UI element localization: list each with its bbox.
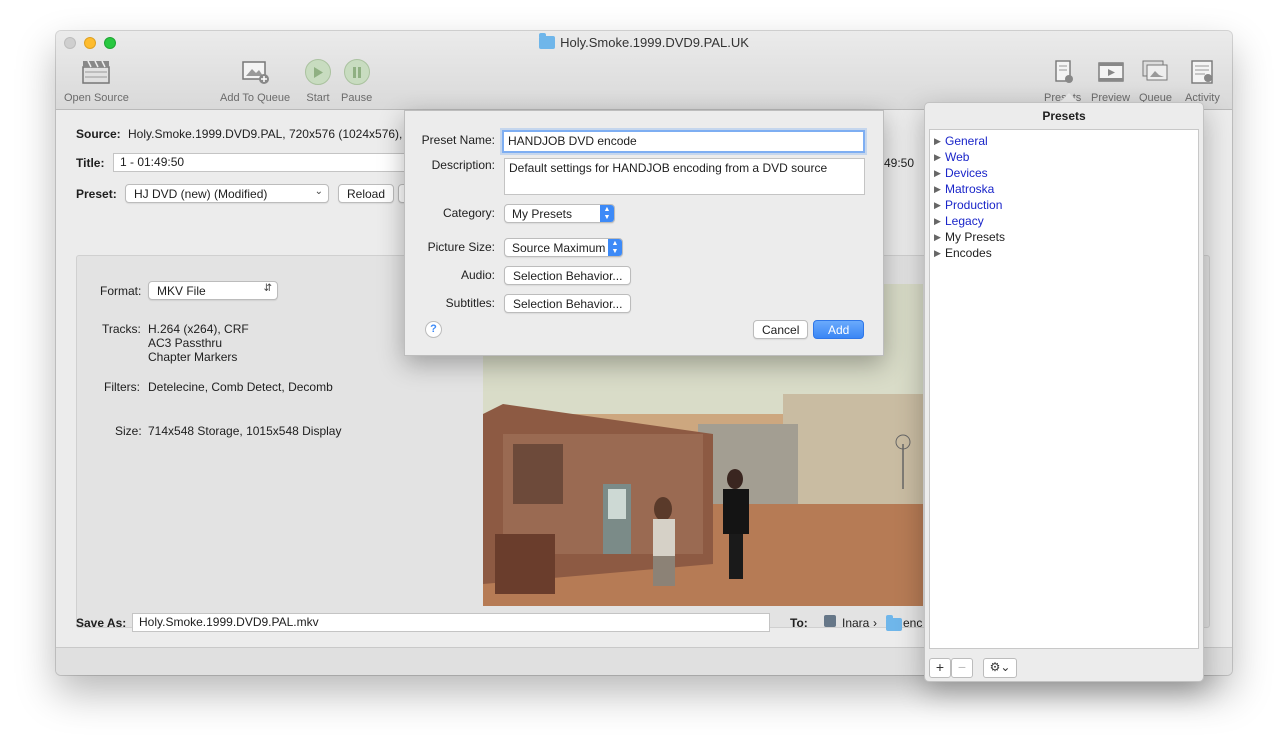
remove-preset-button[interactable]: −: [951, 658, 973, 678]
disclosure-triangle-icon[interactable]: ▶: [934, 136, 945, 147]
pause-label: Pause: [341, 92, 373, 104]
new-preset-dialog: Preset Name: HANDJOB DVD encode Descript…: [404, 110, 884, 356]
window-title-text: Holy.Smoke.1999.DVD9.PAL.UK: [560, 35, 749, 50]
window-title: Holy.Smoke.1999.DVD9.PAL.UK: [56, 33, 1232, 50]
description-textarea[interactable]: Default settings for HANDJOB encoding fr…: [504, 158, 865, 195]
queue-icon: [1141, 58, 1171, 86]
open-source-button[interactable]: Open Source: [64, 58, 129, 104]
subtitles-selection-behavior-button[interactable]: Selection Behavior...: [504, 294, 632, 313]
add-to-queue-label: Add To Queue: [220, 92, 291, 104]
destination-folder[interactable]: enc: [903, 616, 922, 630]
presets-panel: Presets ▶ General ▶ Web ▶ Devices ▶ Matroska…: [924, 102, 1204, 682]
activity-icon: [1187, 58, 1217, 86]
disclosure-triangle-icon[interactable]: ▶: [934, 184, 945, 195]
to-label: To:: [790, 616, 808, 630]
title-bar: Holy.Smoke.1999.DVD9.PAL.UK Open Source …: [56, 31, 1232, 110]
source-label: Source:: [76, 127, 121, 141]
title-label: Title:: [76, 156, 105, 170]
chevron-updown-icon: ⇵: [263, 283, 272, 294]
picture-size-label: Picture Size:: [427, 240, 495, 254]
audio-selection-behavior-button[interactable]: Selection Behavior...: [504, 266, 632, 285]
preview-icon: [1096, 58, 1126, 86]
start-label: Start: [306, 92, 330, 104]
chevron-updown-icon: ▲ ▼: [608, 239, 622, 256]
add-to-queue-icon: [240, 58, 270, 86]
add-button[interactable]: Add: [813, 320, 865, 339]
chevron-updown-icon: ▲ ▼: [600, 205, 614, 222]
disclosure-triangle-icon[interactable]: ▶: [934, 200, 945, 211]
presets-icon: [1048, 58, 1078, 86]
preset-group-legacy[interactable]: ▶ Legacy: [930, 213, 1198, 229]
preview-button[interactable]: Preview: [1091, 58, 1130, 104]
filters-label: Filters:: [104, 380, 140, 394]
preset-popup[interactable]: HJ DVD (new) (Modified) ⌄: [125, 184, 329, 203]
add-to-queue-button[interactable]: Add To Queue: [220, 58, 290, 104]
preset-group-production[interactable]: ▶ Production: [930, 197, 1198, 213]
reload-button[interactable]: Reload: [338, 184, 395, 203]
preset-group-devices[interactable]: ▶ Devices: [930, 165, 1198, 181]
track-item: AC3 Passthru: [148, 336, 223, 350]
disclosure-triangle-icon[interactable]: ▶: [934, 152, 945, 163]
preset-popup-value: HJ DVD (new) (Modified): [134, 187, 268, 201]
presets-list: ▶ General ▶ Web ▶ Devices ▶ Matroska ▶ Produc…: [929, 129, 1199, 649]
pause-icon: [343, 59, 370, 85]
path-separator: ›: [873, 616, 877, 630]
picture-size-popup[interactable]: Source Maximum ▲ ▼: [504, 238, 623, 257]
description-label: Description:: [431, 158, 495, 172]
preset-group-general[interactable]: ▶ General: [930, 133, 1198, 149]
audio-label: Audio:: [460, 268, 495, 282]
tracks-label: Tracks:: [102, 322, 141, 336]
picture-size-popup-value: Source Maximum: [512, 241, 606, 255]
disclosure-triangle-icon[interactable]: ▶: [934, 248, 945, 259]
title-field[interactable]: 1 - 01:49:50: [113, 153, 409, 172]
preset-group-encodes[interactable]: ▶ Encodes: [930, 245, 1198, 261]
drive-icon: [824, 615, 836, 627]
help-icon[interactable]: ?: [425, 321, 442, 338]
track-item: H.264 (x264), CRF: [148, 322, 249, 336]
save-as-label: Save As:: [76, 616, 127, 630]
disclosure-triangle-icon[interactable]: ▶: [934, 232, 945, 243]
category-popup[interactable]: My Presets ▲ ▼: [504, 204, 615, 223]
save-as-field[interactable]: Holy.Smoke.1999.DVD9.PAL.mkv: [132, 613, 770, 632]
pause-button[interactable]: Pause: [341, 58, 372, 104]
play-icon: [305, 59, 331, 85]
track-item: Chapter Markers: [148, 350, 238, 364]
source-value: Holy.Smoke.1999.DVD9.PAL, 720x576 (1024x…: [128, 127, 413, 141]
duration-tail: 49:50: [884, 156, 915, 170]
folder-icon: [886, 615, 902, 631]
destination-user[interactable]: Inara: [842, 616, 869, 630]
preset-group-matroska[interactable]: ▶ Matroska: [930, 181, 1198, 197]
preset-label: Preset:: [76, 187, 117, 201]
subtitles-label: Subtitles:: [445, 296, 495, 310]
format-popup-value: MKV File: [157, 284, 206, 298]
category-popup-value: My Presets: [512, 207, 573, 221]
disclosure-triangle-icon[interactable]: ▶: [934, 216, 945, 227]
presets-panel-title: Presets: [1042, 109, 1086, 123]
preset-group-my-presets[interactable]: ▶ My Presets: [930, 229, 1198, 245]
size-value: 714x548 Storage, 1015x548 Display: [148, 424, 342, 438]
queue-button[interactable]: Queue: [1139, 58, 1172, 104]
folder-icon: [539, 33, 556, 49]
add-preset-button[interactable]: +: [929, 658, 951, 678]
disclosure-triangle-icon[interactable]: ▶: [934, 168, 945, 179]
size-label: Size:: [115, 424, 142, 438]
start-button[interactable]: Start: [303, 58, 333, 104]
format-label: Format:: [100, 284, 142, 298]
chevron-down-icon: ⌄: [314, 186, 323, 197]
preset-group-web[interactable]: ▶ Web: [930, 149, 1198, 165]
preset-name-label: Preset Name:: [421, 133, 495, 147]
clapperboard-icon: [81, 58, 111, 86]
category-label: Category:: [442, 206, 495, 220]
open-source-label: Open Source: [64, 92, 129, 104]
cancel-button[interactable]: Cancel: [753, 320, 809, 339]
preset-name-input[interactable]: HANDJOB DVD encode: [502, 130, 865, 153]
gear-icon[interactable]: ⚙⌄: [983, 658, 1017, 678]
filters-value: Detelecine, Comb Detect, Decomb: [148, 380, 333, 394]
format-popup[interactable]: MKV File ⇵: [148, 281, 278, 300]
activity-button[interactable]: Activity: [1185, 58, 1220, 104]
